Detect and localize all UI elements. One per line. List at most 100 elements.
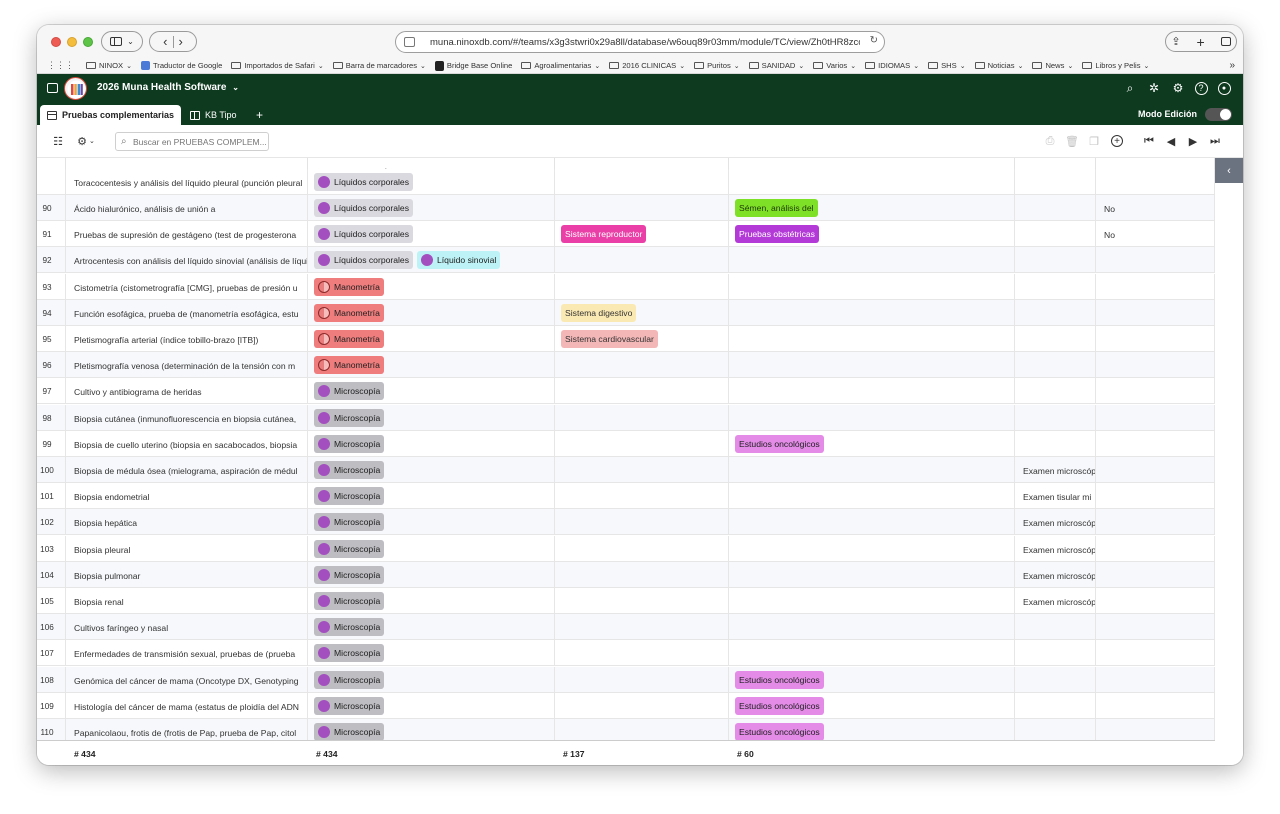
cell-id[interactable]: 103: [37, 535, 66, 562]
cell-tipo[interactable]: Microscopía: [308, 378, 555, 405]
cell-consent[interactable]: [1096, 535, 1215, 562]
cell-sistemas[interactable]: [555, 535, 729, 562]
cell-tipo[interactable]: Manometría: [308, 273, 555, 300]
next-record-icon[interactable]: ▶: [1186, 134, 1200, 148]
cell-sistemas[interactable]: Sistema cardiovascular: [555, 326, 729, 352]
cell-id[interactable]: 105: [37, 588, 66, 614]
cell-consent[interactable]: [1096, 692, 1215, 719]
cell-consent[interactable]: [1096, 640, 1215, 667]
cell-obs[interactable]: [1015, 326, 1096, 352]
cell-tipo[interactable]: Líquidos corporales Líquido sinovial: [308, 247, 555, 274]
bookmark-item[interactable]: Noticias ⌄: [974, 61, 1023, 70]
cell-perfil[interactable]: [729, 561, 1015, 588]
cell-sistemas[interactable]: [555, 352, 729, 379]
bookmark-item[interactable]: Bridge Base Online: [434, 60, 512, 71]
cell-tipo[interactable]: Microscopía: [308, 509, 555, 536]
table-row[interactable]: 93 Cistometría (cistometrografía [CMG], p…: [37, 273, 1215, 300]
cell-id[interactable]: 99: [37, 430, 66, 457]
trash-icon[interactable]: 🗑: [1065, 134, 1079, 148]
address-bar[interactable]: muna.ninoxdb.com/#/teams/x3g3stwri0x29a8…: [395, 31, 885, 53]
cell-id[interactable]: 93: [37, 273, 66, 300]
cell-obs[interactable]: [1015, 247, 1096, 274]
cell-tipo[interactable]: Microscopía: [308, 430, 555, 457]
cell-perfil[interactable]: [729, 169, 1015, 195]
cell-tipo[interactable]: Líquidos corporales: [308, 195, 555, 221]
user-icon[interactable]: ●: [1216, 80, 1232, 96]
cell-perfil[interactable]: [729, 352, 1015, 379]
table-row[interactable]: 92 Artrocentesis con análisis del líquido…: [37, 247, 1215, 274]
print-icon[interactable]: ⎙: [1043, 134, 1057, 148]
cell-name[interactable]: Ácido hialurónico, análisis de unión a: [66, 195, 308, 221]
cell-id[interactable]: 95: [37, 326, 66, 352]
cell-obs[interactable]: Examen microscóp: [1015, 588, 1096, 614]
tab-pruebas-complementarias[interactable]: Pruebas complementarias: [40, 105, 182, 125]
cell-sistemas[interactable]: Sistema reproductor: [555, 221, 729, 248]
cell-consent[interactable]: [1096, 509, 1215, 536]
first-record-icon[interactable]: ⏮: [1142, 134, 1156, 148]
cell-perfil[interactable]: [729, 247, 1015, 274]
bookmark-item[interactable]: SANIDAD ⌄: [748, 61, 804, 70]
table-row[interactable]: 98 Biopsia cutánea (inmunofluorescencia e…: [37, 404, 1215, 431]
cell-sistemas[interactable]: [555, 614, 729, 641]
cell-obs[interactable]: [1015, 273, 1096, 300]
reload-icon[interactable]: ↻: [870, 35, 878, 46]
cell-obs[interactable]: [1015, 692, 1096, 719]
close-window-button[interactable]: [51, 37, 61, 47]
bookmark-item[interactable]: Importados de Safari ⌄: [231, 61, 324, 70]
bookmark-item[interactable]: Barra de marcadores ⌄: [332, 61, 426, 70]
cell-id[interactable]: 97: [37, 378, 66, 405]
cell-sistemas[interactable]: Sistema digestivo: [555, 299, 729, 326]
table-row[interactable]: 107 Enfermedades de transmisión sexual, p…: [37, 640, 1215, 667]
cell-perfil[interactable]: Estudios oncológicos: [729, 692, 1015, 719]
cell-consent[interactable]: [1096, 326, 1215, 352]
cell-name[interactable]: Pletismografía arterial (índice tobillo-…: [66, 326, 308, 352]
zoom-window-button[interactable]: [83, 37, 93, 47]
cell-consent[interactable]: [1096, 614, 1215, 641]
tab-overview-icon[interactable]: [1220, 37, 1231, 46]
cell-tipo[interactable]: Microscopía: [308, 561, 555, 588]
site-settings-icon[interactable]: [404, 37, 415, 47]
add-tab-button[interactable]: +: [249, 105, 270, 125]
cell-name[interactable]: Histología del cáncer de mama (estatus d…: [66, 692, 308, 719]
table-row[interactable]: 96 Pletismografía venosa (determinación d…: [37, 352, 1215, 379]
cell-perfil[interactable]: [729, 457, 1015, 483]
cell-sistemas[interactable]: [555, 169, 729, 195]
help-icon[interactable]: ?: [1193, 80, 1209, 96]
table-row[interactable]: 97 Cultivo y antibiograma de heridas Micro…: [37, 378, 1215, 405]
app-title-menu[interactable]: 2026 Muna Health Software ⌄: [97, 82, 239, 93]
cell-id[interactable]: 98: [37, 404, 66, 431]
cell-name[interactable]: Biopsia de cuello uterino (biopsia en sa…: [66, 430, 308, 457]
cell-consent[interactable]: No: [1096, 195, 1215, 221]
cell-sistemas[interactable]: [555, 378, 729, 405]
previous-record-icon[interactable]: ◀: [1164, 134, 1178, 148]
bookmark-item[interactable]: 2016 CLINICAS ⌄: [609, 61, 685, 70]
cell-perfil[interactable]: Estudios oncológicos: [729, 719, 1015, 740]
table-row[interactable]: 95 Pletismografía arterial (índice tobill…: [37, 326, 1215, 352]
cell-id[interactable]: [37, 169, 66, 195]
cell-perfil[interactable]: [729, 326, 1015, 352]
cell-perfil[interactable]: [729, 614, 1015, 641]
table-row[interactable]: 94 Función esofágica, prueba de (manometr…: [37, 299, 1215, 326]
cell-name[interactable]: Cultivos faríngeo y nasal: [66, 614, 308, 641]
table-row[interactable]: Toracocentesis y análisis del líquido pl…: [37, 169, 1215, 195]
cell-obs[interactable]: [1015, 169, 1096, 195]
cell-name[interactable]: Pletismografía venosa (determinación de …: [66, 352, 308, 379]
view-options-icon[interactable]: ☷: [51, 134, 65, 148]
cell-consent[interactable]: [1096, 483, 1215, 510]
bookmark-item[interactable]: Varios ⌄: [813, 61, 856, 70]
cell-name[interactable]: Biopsia cutánea (inmunofluorescencia en …: [66, 404, 308, 431]
table-row[interactable]: 99 Biopsia de cuello uterino (biopsia en …: [37, 430, 1215, 457]
cell-obs[interactable]: [1015, 378, 1096, 405]
forward-icon[interactable]: ›: [179, 34, 183, 49]
bookmark-item[interactable]: Libros y Pelis ⌄: [1082, 61, 1149, 70]
grid-icon[interactable]: ⋮⋮⋮: [47, 60, 74, 71]
cell-perfil[interactable]: [729, 273, 1015, 300]
cell-consent[interactable]: [1096, 561, 1215, 588]
cell-obs[interactable]: Examen microscóp: [1015, 535, 1096, 562]
table-row[interactable]: 108 Genómica del cáncer de mama (Oncotype…: [37, 666, 1215, 693]
cell-obs[interactable]: Examen microscóp: [1015, 509, 1096, 536]
cell-sistemas[interactable]: [555, 457, 729, 483]
cell-tipo[interactable]: Microscopía: [308, 666, 555, 693]
edit-mode-toggle[interactable]: [1205, 108, 1232, 121]
find-icon[interactable]: ⌕: [1122, 80, 1138, 96]
